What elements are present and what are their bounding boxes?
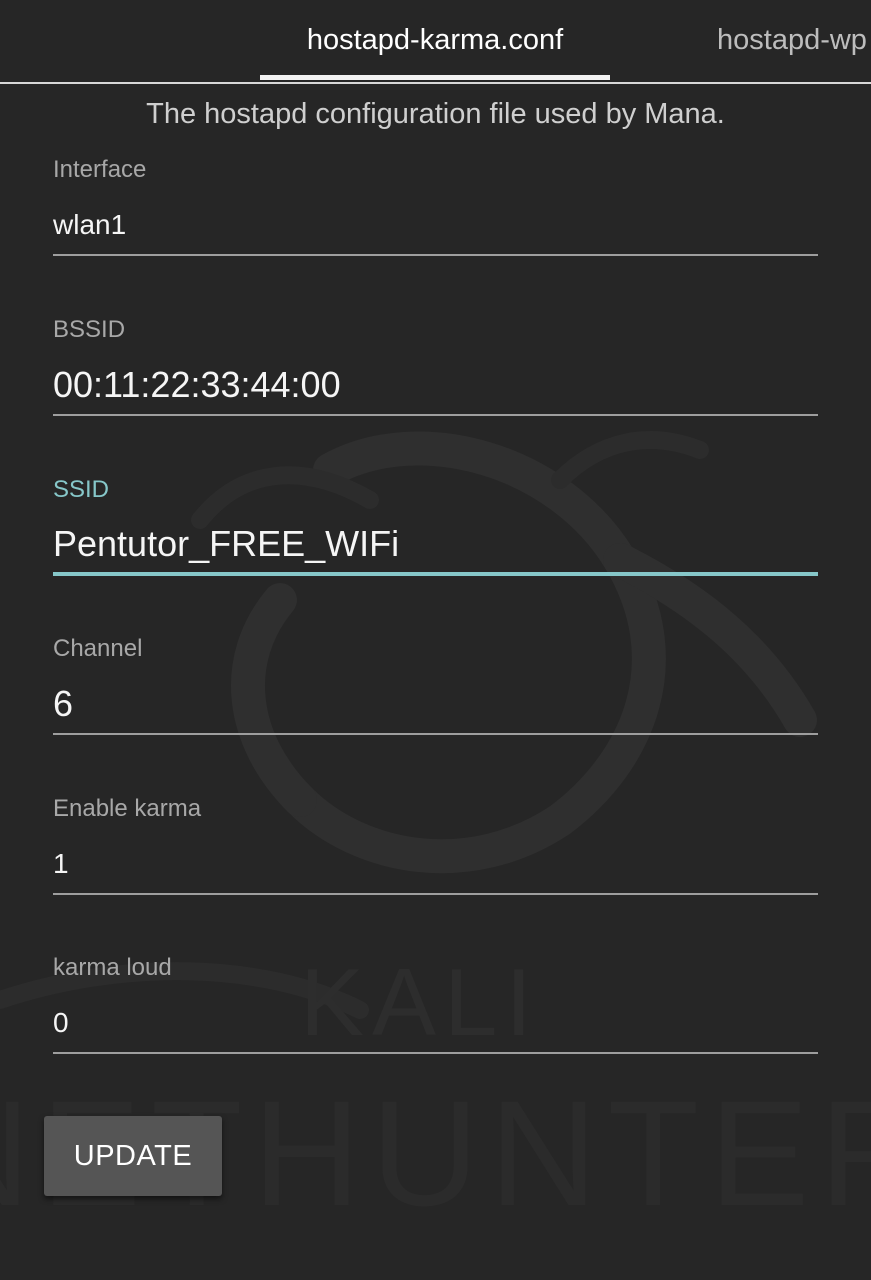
tab-bar: hostapd-karma.conf hostapd-wp — [0, 0, 871, 84]
update-button[interactable]: UPDATE — [44, 1116, 222, 1196]
channel-input[interactable] — [53, 675, 818, 735]
bssid-label: BSSID — [53, 316, 126, 343]
page-description: The hostapd configuration file used by M… — [146, 98, 725, 130]
interface-input[interactable] — [53, 196, 818, 256]
interface-field: Interface — [53, 156, 818, 286]
tab-hostapd-wpe-label: hostapd-wp — [717, 24, 867, 56]
enable-karma-field: Enable karma — [53, 795, 818, 925]
tab-hostapd-wpe[interactable]: hostapd-wp — [717, 0, 867, 82]
active-tab-indicator — [260, 75, 610, 80]
channel-field: Channel — [53, 635, 818, 765]
enable-karma-input[interactable] — [53, 835, 818, 895]
karma-loud-field: karma loud — [53, 954, 818, 1084]
karma-loud-input[interactable] — [53, 994, 818, 1054]
tab-hostapd-karma[interactable]: hostapd-karma.conf — [260, 0, 610, 82]
interface-label: Interface — [53, 156, 147, 183]
ssid-field: SSID — [53, 476, 818, 606]
ssid-input[interactable] — [53, 516, 818, 576]
enable-karma-label: Enable karma — [53, 795, 202, 822]
bssid-input[interactable] — [53, 356, 818, 416]
bssid-field: BSSID — [53, 316, 818, 446]
karma-loud-label: karma loud — [53, 954, 172, 981]
channel-label: Channel — [53, 635, 143, 662]
ssid-label: SSID — [53, 476, 110, 503]
tab-hostapd-karma-label: hostapd-karma.conf — [306, 24, 564, 56]
